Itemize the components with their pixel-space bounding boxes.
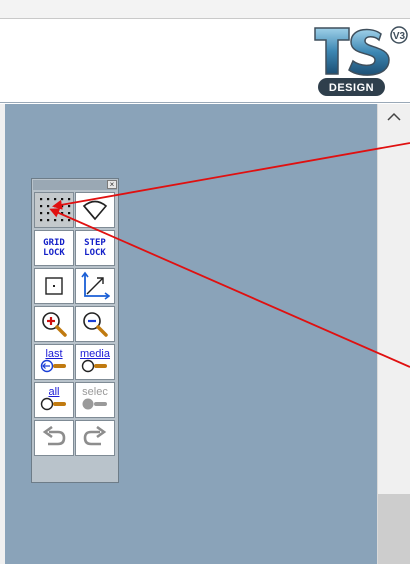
media-button[interactable]: media [75, 344, 115, 380]
floating-toolbox: × GRID LOCK STEP LOCK last media all sel… [31, 178, 119, 483]
zoom-in-button[interactable] [34, 306, 74, 342]
media-label: media [80, 348, 110, 360]
select-button[interactable]: selec [75, 382, 115, 418]
grid-dots-button[interactable] [34, 192, 74, 228]
step-lock-button[interactable]: STEP LOCK [75, 230, 115, 266]
undo-button[interactable] [34, 420, 74, 456]
grid-lock-label-2: LOCK [43, 248, 65, 258]
scroll-thumb[interactable] [378, 494, 410, 564]
redo-button[interactable] [75, 420, 115, 456]
zoom-out-button[interactable] [75, 306, 115, 342]
all-label: all [48, 386, 60, 398]
fan-button[interactable] [75, 192, 115, 228]
undo-icon [40, 426, 68, 450]
zoom-in-icon [40, 310, 68, 338]
last-label: last [45, 348, 63, 360]
step-lock-label-1: STEP [84, 238, 106, 248]
square-icon [42, 274, 66, 298]
step-lock-label-2: LOCK [84, 248, 106, 258]
grid-lock-button[interactable]: GRID LOCK [34, 230, 74, 266]
axes-icon [80, 271, 110, 301]
all-button[interactable]: all [34, 382, 74, 418]
vertical-scrollbar[interactable] [377, 104, 410, 564]
axes-button[interactable] [75, 268, 115, 304]
toolbox-close-button[interactable]: × [107, 180, 117, 189]
all-ball-icon [39, 397, 69, 411]
grid-lock-label-1: GRID [43, 238, 65, 248]
toolbox-titlebar[interactable] [33, 180, 117, 190]
svg-text:V3: V3 [393, 31, 406, 42]
redo-icon [81, 426, 109, 450]
last-button[interactable]: last [34, 344, 74, 380]
forward-arrow-icon [80, 359, 110, 373]
svg-text:DESIGN: DESIGN [329, 82, 374, 94]
square-button[interactable] [34, 268, 74, 304]
grid-dots-icon [37, 195, 71, 225]
fan-icon [80, 197, 110, 223]
back-arrow-icon [39, 359, 69, 373]
zoom-out-icon [81, 310, 109, 338]
select-label: selec [82, 386, 108, 398]
top-strip [0, 0, 410, 19]
scroll-up-icon[interactable] [382, 108, 406, 126]
ts-design-logo: V3 DESIGN [313, 24, 410, 98]
select-ball-icon [80, 397, 110, 411]
